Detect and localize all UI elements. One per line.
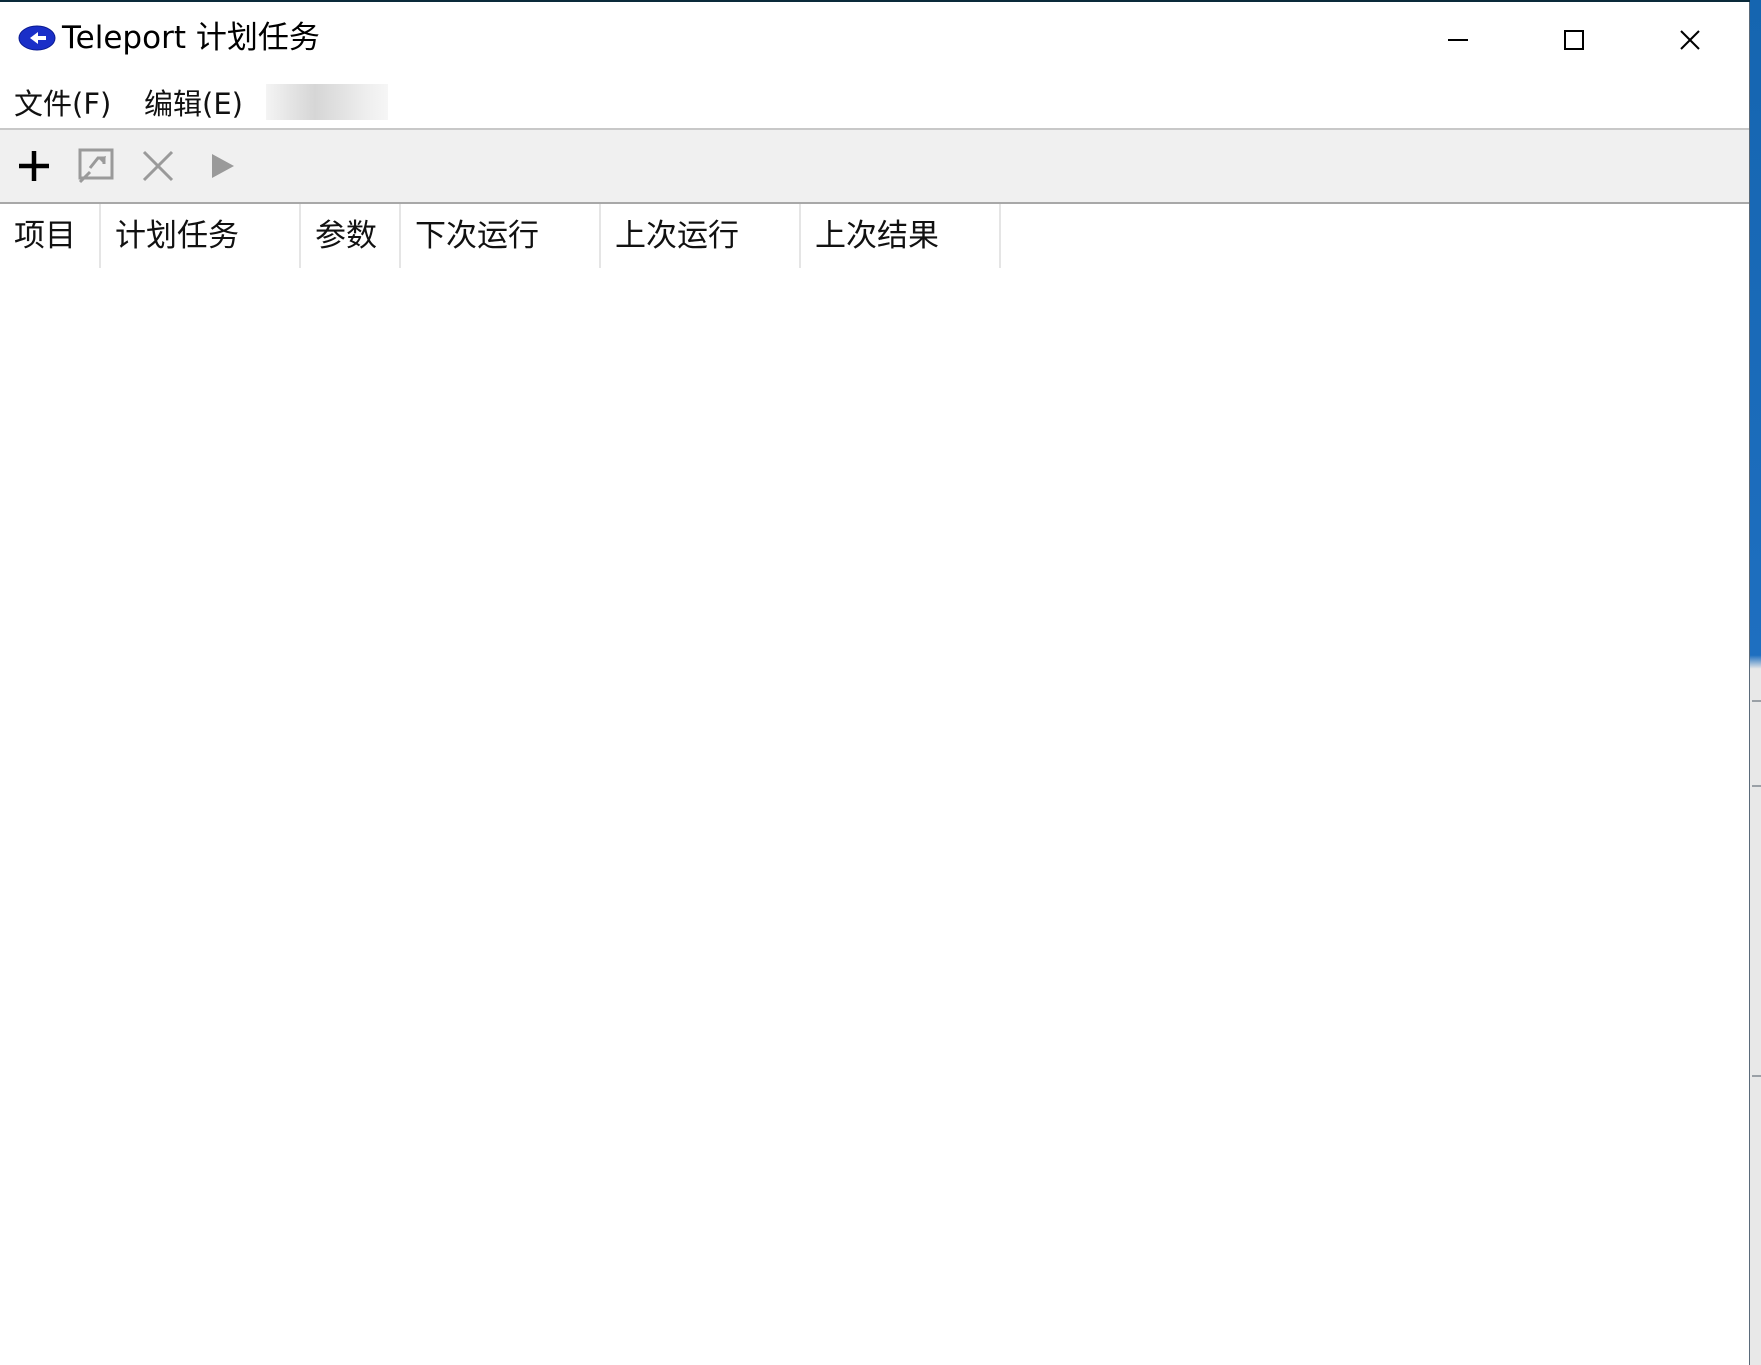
teleport-app-icon <box>18 25 56 51</box>
add-icon <box>19 151 49 181</box>
column-label: 上次结果 <box>815 218 939 254</box>
menu-edit[interactable]: 编辑(E) <box>142 84 245 124</box>
column-header-next-run[interactable]: 下次运行 <box>401 204 601 268</box>
desktop-divider <box>1752 785 1761 787</box>
title-bar[interactable]: Teleport 计划任务 <box>0 2 1749 78</box>
window-title: Teleport 计划任务 <box>62 20 320 56</box>
column-header-task[interactable]: 计划任务 <box>101 204 301 268</box>
column-label: 下次运行 <box>415 218 539 254</box>
menu-bar: 文件(F) 编辑(E) <box>0 78 1749 128</box>
add-task-button[interactable] <box>10 142 58 190</box>
close-button[interactable] <box>1632 2 1748 78</box>
minimize-icon <box>1448 39 1468 41</box>
menu-file[interactable]: 文件(F) <box>12 84 113 124</box>
maximize-icon <box>1564 30 1584 50</box>
run-icon <box>212 154 234 178</box>
task-list[interactable]: 项目 计划任务 参数 下次运行 上次运行 上次结果 <box>0 204 1749 1365</box>
column-header-last-result[interactable]: 上次结果 <box>801 204 1001 268</box>
toolbar <box>0 128 1749 204</box>
desktop-divider <box>1752 1075 1761 1077</box>
column-header-last-run[interactable]: 上次运行 <box>601 204 801 268</box>
desktop-background <box>1750 0 1761 1365</box>
column-label: 上次运行 <box>615 218 739 254</box>
delete-icon <box>142 150 174 182</box>
column-label: 计划任务 <box>115 218 239 254</box>
redacted-menu-item <box>266 84 388 120</box>
minimize-button[interactable] <box>1400 2 1516 78</box>
column-header-params[interactable]: 参数 <box>301 204 401 268</box>
desktop-divider <box>1752 700 1761 702</box>
column-header-item[interactable]: 项目 <box>0 204 101 268</box>
edit-task-button[interactable] <box>72 142 120 190</box>
column-label: 项目 <box>14 218 76 254</box>
list-header: 项目 计划任务 参数 下次运行 上次运行 上次结果 <box>0 204 1749 268</box>
close-icon <box>1680 30 1700 50</box>
edit-icon <box>78 148 114 184</box>
delete-task-button[interactable] <box>134 142 182 190</box>
maximize-button[interactable] <box>1516 2 1632 78</box>
run-task-button[interactable] <box>198 142 246 190</box>
app-window: Teleport 计划任务 文件(F) 编辑(E) 项目 计划任务 参数 下次运… <box>0 2 1750 1365</box>
column-label: 参数 <box>315 218 377 254</box>
